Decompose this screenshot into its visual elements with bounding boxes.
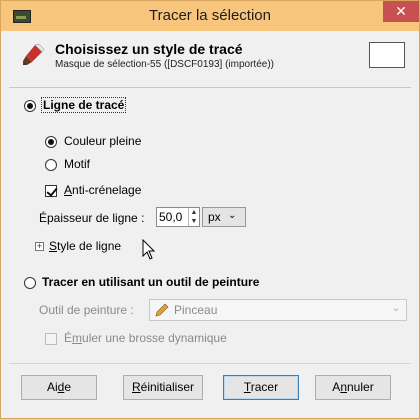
spinner-arrows-icon[interactable]: ▲ ▼ xyxy=(188,208,199,226)
help-button[interactable]: Aide xyxy=(21,375,97,400)
dialog-header: Choisissez un style de tracé Masque de s… xyxy=(9,37,411,83)
window-title: Tracer la sélection xyxy=(149,7,271,24)
color-swatch xyxy=(369,42,405,68)
footer-divider xyxy=(9,363,411,364)
header-subtitle: Masque de sélection-55 ([DSCF0193] (impo… xyxy=(55,59,274,70)
mouse-cursor-icon xyxy=(142,239,156,260)
header-title: Choisissez un style de tracé xyxy=(55,41,243,57)
cancel-button[interactable]: Annuler xyxy=(315,375,391,400)
paint-tool-select-label: Outil de peinture : xyxy=(39,303,134,317)
paint-tool-radio[interactable] xyxy=(24,277,36,289)
antialias-label[interactable]: Anti-crénelage xyxy=(64,183,141,197)
line-style-expander[interactable]: Style de ligne xyxy=(49,239,121,253)
emulate-dynamics-label[interactable]: Émuler une brosse dynamique xyxy=(64,331,227,345)
expand-plus-icon[interactable]: + xyxy=(35,242,44,251)
paint-tool-label[interactable]: Tracer en utilisant un outil de peinture xyxy=(42,275,259,289)
pattern-label[interactable]: Motif xyxy=(64,157,90,171)
stroke-line-radio[interactable] xyxy=(24,100,36,112)
antialias-checkbox[interactable] xyxy=(45,185,57,197)
line-width-value[interactable]: 50,0 xyxy=(159,210,182,224)
line-width-label: Épaisseur de ligne : xyxy=(39,211,145,225)
line-width-spinner[interactable]: 50,0 ▲ ▼ xyxy=(156,207,200,227)
close-button[interactable]: ✕ xyxy=(383,1,419,22)
pencil-icon xyxy=(155,303,169,317)
chevron-down-icon: ⌄ xyxy=(228,210,237,221)
chevron-down-icon: ⌄ xyxy=(391,303,400,314)
title-bar[interactable]: Tracer la sélection ✕ xyxy=(1,1,419,31)
pattern-radio[interactable] xyxy=(45,159,57,171)
dialog-window: Tracer la sélection ✕ Choisissez un styl… xyxy=(0,0,420,419)
unit-select[interactable]: px ⌄ xyxy=(202,207,246,227)
paint-tool-value: Pinceau xyxy=(174,303,218,317)
header-divider xyxy=(9,87,411,88)
stroke-button[interactable]: Tracer xyxy=(223,375,299,400)
solid-color-label[interactable]: Couleur pleine xyxy=(64,134,141,148)
stroke-line-label[interactable]: Ligne de tracé xyxy=(40,97,127,113)
reset-button[interactable]: Réinitialiser xyxy=(123,375,203,400)
solid-color-radio[interactable] xyxy=(45,136,57,148)
paint-tool-select[interactable]: Pinceau ⌄ xyxy=(149,299,407,321)
emulate-dynamics-checkbox[interactable] xyxy=(45,333,57,345)
paint-brush-icon xyxy=(23,43,45,65)
unit-value: px xyxy=(208,210,221,224)
